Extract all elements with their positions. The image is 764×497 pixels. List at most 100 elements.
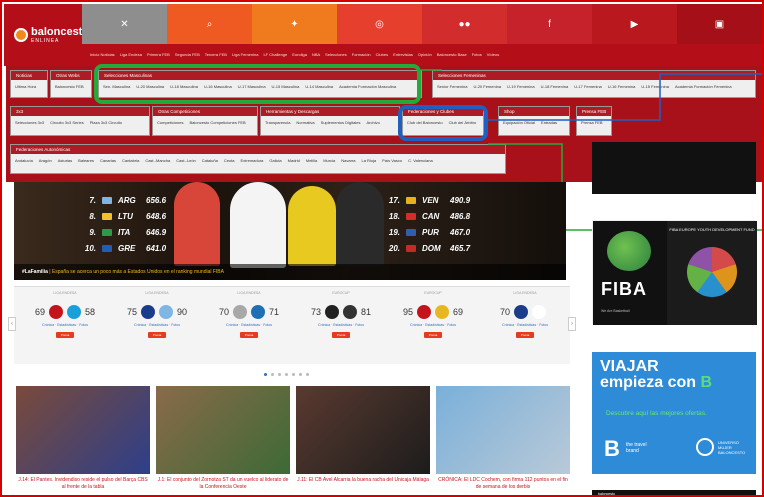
game-links[interactable]: Crónica · Estadísticas · Fotos bbox=[126, 323, 188, 327]
away-team-crest-icon bbox=[67, 305, 81, 319]
player-figure bbox=[336, 182, 384, 266]
carousel-dot[interactable] bbox=[306, 373, 309, 376]
news-photo bbox=[296, 386, 430, 474]
scores-prev-arrow[interactable]: ‹ bbox=[8, 317, 16, 331]
game-links[interactable]: Crónica · Estadísticas · Fotos bbox=[494, 323, 556, 327]
away-team-crest-icon bbox=[251, 305, 265, 319]
game-links[interactable]: Crónica · Estadísticas · Fotos bbox=[34, 323, 96, 327]
game-competition: EUROCUP bbox=[332, 291, 350, 295]
game-links[interactable]: Crónica · Estadísticas · Fotos bbox=[402, 323, 464, 327]
flag-icon bbox=[102, 245, 112, 252]
game-preview-button[interactable]: Previa bbox=[516, 332, 534, 338]
ranking-position: 7. bbox=[89, 196, 96, 205]
fiba-fund-title: FIBA EUROPE YOUTH DEVELOPMENT FUND bbox=[669, 227, 755, 232]
flag-icon bbox=[406, 197, 416, 204]
away-team-crest-icon bbox=[159, 305, 173, 319]
game-links[interactable]: Crónica · Estadísticas · Fotos bbox=[218, 323, 280, 327]
fiba-logo-panel: FIBA We Are Basketball bbox=[593, 221, 667, 325]
news-card[interactable]: J.11: El CB Avel Alcarria la buena racha… bbox=[296, 386, 430, 484]
ranking-position: 19. bbox=[388, 228, 400, 237]
ranking-position: 9. bbox=[89, 228, 96, 237]
ranking-points: 648.6 bbox=[146, 212, 167, 221]
ranking-position: 10. bbox=[84, 244, 96, 253]
game-preview-button[interactable]: Previa bbox=[240, 332, 258, 338]
ranking-position: 20. bbox=[388, 244, 400, 253]
game-card[interactable]: EUROCUP 73 81 Crónica · Estadísticas · F… bbox=[310, 291, 372, 361]
carousel-dot[interactable] bbox=[292, 373, 295, 376]
game-preview-button[interactable]: Previa bbox=[332, 332, 350, 338]
home-team-crest-icon bbox=[233, 305, 247, 319]
news-title[interactable]: J.14: El Pantes. Invidendiso reside el p… bbox=[16, 477, 150, 491]
flag-icon bbox=[406, 229, 416, 236]
game-score-row: 70 bbox=[494, 305, 556, 319]
ranking-points: 646.9 bbox=[146, 228, 167, 237]
carousel-dot[interactable] bbox=[285, 373, 288, 376]
game-competition: EUROCUP bbox=[424, 291, 442, 295]
ranking-row: 19. PUR 467.0 bbox=[388, 226, 470, 239]
home-team-crest-icon bbox=[417, 305, 431, 319]
viajar-ad[interactable]: VIAJAR empieza con B Descubre aquí las m… bbox=[592, 352, 756, 474]
ranking-row: 8. LTU 648.6 bbox=[84, 210, 166, 223]
carousel-dot[interactable] bbox=[278, 373, 281, 376]
home-team-crest-icon bbox=[514, 305, 528, 319]
game-preview-button[interactable]: Previa bbox=[148, 332, 166, 338]
ranking-points: 486.8 bbox=[450, 212, 471, 221]
home-score: 70 bbox=[499, 307, 510, 317]
flag-icon bbox=[102, 197, 112, 204]
home-score: 70 bbox=[218, 307, 229, 317]
ranking-row: 7. ARG 656.6 bbox=[84, 194, 166, 207]
home-score: 75 bbox=[126, 307, 137, 317]
ranking-row: 20. DOM 465.7 bbox=[388, 242, 470, 255]
scores-next-arrow[interactable]: › bbox=[568, 317, 576, 331]
news-photo bbox=[16, 386, 150, 474]
away-team-crest-icon bbox=[435, 305, 449, 319]
flag-icon bbox=[102, 229, 112, 236]
game-score-row: 73 81 bbox=[310, 305, 372, 319]
ranking-row: 10. GRE 641.0 bbox=[84, 242, 166, 255]
game-card[interactable]: LIGA ENDESA 70 Crónica · Estadísticas · … bbox=[494, 291, 556, 361]
game-card[interactable]: LIGA ENDESA 70 71 Crónica · Estadísticas… bbox=[218, 291, 280, 361]
travel-brand-text: the travel brand bbox=[626, 442, 647, 454]
sidebar-ad-black[interactable] bbox=[592, 142, 756, 194]
game-preview-button[interactable]: Previa bbox=[424, 332, 442, 338]
game-card[interactable]: LIGA ENDESA 75 90 Crónica · Estadísticas… bbox=[126, 291, 188, 361]
news-card[interactable]: J.14: El Pantes. Invidendiso reside el p… bbox=[16, 386, 150, 491]
game-preview-button[interactable]: Previa bbox=[56, 332, 74, 338]
game-competition: LIGA ENDESA bbox=[237, 291, 261, 295]
ranking-left: 7. ARG 656.6 8. LTU 648.6 9. ITA 646.9 10. GRE 641.… bbox=[84, 194, 166, 255]
game-competition: LIGA ENDESA bbox=[145, 291, 169, 295]
news-title[interactable]: J.1: El conjunto del Zornotza ST da un v… bbox=[156, 477, 290, 491]
home-score: 95 bbox=[402, 307, 413, 317]
ranking-country: LTU bbox=[118, 212, 133, 221]
game-score-row: 95 69 bbox=[402, 305, 464, 319]
ranking-points: 465.7 bbox=[450, 244, 471, 253]
ranking-points: 641.0 bbox=[146, 244, 167, 253]
news-card[interactable]: CRÓNICA: El LDC Cochem, con firma 112 pu… bbox=[436, 386, 570, 491]
ranking-right: 17. VEN 490.9 18. CAN 486.8 19. PUR 467.0 20. DOM 4… bbox=[388, 194, 470, 255]
ranking-row: 9. ITA 646.9 bbox=[84, 226, 166, 239]
news-title[interactable]: CRÓNICA: El LDC Cochem, con firma 112 pu… bbox=[436, 477, 570, 491]
carousel-dot[interactable] bbox=[271, 373, 274, 376]
viajar-subtitle: empieza con B bbox=[600, 374, 712, 392]
carousel-dot[interactable] bbox=[299, 373, 302, 376]
carousel-dot[interactable] bbox=[264, 373, 267, 376]
game-card[interactable]: LIGA ENDESA 69 58 Crónica · Estadísticas… bbox=[34, 291, 96, 361]
away-team-crest-icon bbox=[532, 305, 546, 319]
fiba-ad[interactable]: FIBA We Are Basketball FIBA EUROPE YOUTH… bbox=[592, 220, 757, 325]
news-title[interactable]: J.11: El CB Avel Alcarria la buena racha… bbox=[296, 477, 430, 484]
news-photo bbox=[436, 386, 570, 474]
players-circle-icon bbox=[687, 247, 737, 297]
game-score-row: 70 71 bbox=[218, 305, 280, 319]
fiba-sub: We Are Basketball bbox=[601, 309, 630, 313]
news-card[interactable]: J.1: El conjunto del Zornotza ST da un v… bbox=[156, 386, 290, 491]
hero-caption: #LaFamilia | España se acerca un poco má… bbox=[14, 264, 566, 280]
player-figure bbox=[230, 182, 286, 268]
ranking-points: 490.9 bbox=[450, 196, 471, 205]
ranking-country: VEN bbox=[422, 196, 439, 205]
globe-icon bbox=[607, 231, 651, 271]
ranking-position: 8. bbox=[89, 212, 96, 221]
game-links[interactable]: Crónica · Estadísticas · Fotos bbox=[310, 323, 372, 327]
hero-banner[interactable]: 7. ARG 656.6 8. LTU 648.6 9. ITA 646.9 10. GRE 641.… bbox=[14, 182, 566, 280]
sidebar-bottom-ad[interactable]: baloncesto bbox=[592, 490, 756, 495]
game-card[interactable]: EUROCUP 95 69 Crónica · Estadísticas · F… bbox=[402, 291, 464, 361]
